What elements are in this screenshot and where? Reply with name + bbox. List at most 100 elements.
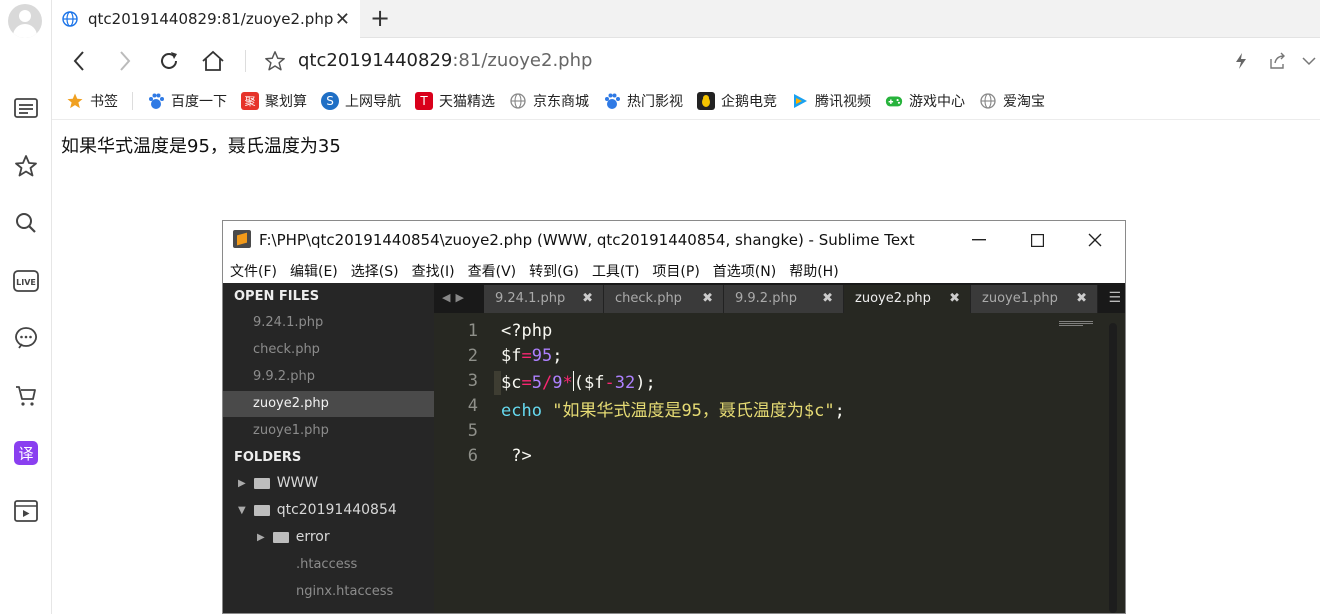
minimap[interactable] [1059, 321, 1093, 327]
bookmark-item[interactable]: 游戏中心 [885, 91, 965, 111]
sidebar-folder-project[interactable]: ▼ qtc20191440854 [238, 502, 397, 518]
minimize-button[interactable] [950, 221, 1008, 259]
bookmark-item[interactable]: 聚聚划算 [241, 91, 307, 111]
sidebar-open-file[interactable]: 9.9.2.php [223, 364, 434, 390]
menu-find[interactable]: 查找(I) [412, 261, 455, 281]
svg-text:译: 译 [18, 445, 33, 463]
code-punct: ; [834, 401, 845, 421]
menu-view[interactable]: 查看(V) [468, 261, 517, 281]
sidebar-file[interactable]: .htaccess [296, 557, 357, 572]
avatar[interactable] [8, 4, 42, 38]
home-button[interactable] [198, 46, 228, 76]
code-operator: = [521, 373, 532, 393]
tab-close-icon[interactable]: ✖ [582, 285, 593, 313]
bookmark-item[interactable]: 百度一下 [147, 91, 227, 111]
browser-tab-active[interactable]: qtc20191440829:81/zuoye2.php ✕ [52, 0, 360, 38]
editor-tab[interactable]: check.php ✖ [604, 285, 724, 313]
tab-close-icon[interactable]: ✖ [702, 285, 713, 313]
bookmark-item[interactable]: 爱淘宝 [979, 91, 1045, 111]
code-operator: / [541, 373, 553, 393]
more-dropdown-button[interactable] [1294, 46, 1320, 76]
editor-scrollbar[interactable] [1109, 323, 1117, 613]
editor-tab[interactable]: 9.24.1.php ✖ [484, 285, 604, 313]
tab-scroll-arrows-icon[interactable]: ◀▶ [442, 291, 469, 304]
favorites-star-icon[interactable] [12, 152, 40, 180]
menu-tools[interactable]: 工具(T) [592, 261, 639, 281]
code-punct: ; [552, 346, 563, 366]
bookmark-separator [132, 91, 133, 110]
code-string: "如果华式温度是95，聂氏温度为$c" [552, 401, 835, 421]
sidebar: OPEN FILES 9.24.1.php check.php 9.9.2.ph… [223, 283, 434, 613]
speed-mode-button[interactable] [1226, 46, 1256, 76]
sidebar-file[interactable]: nginx.htaccess [296, 584, 393, 599]
close-window-button[interactable] [1066, 221, 1124, 259]
reload-button[interactable] [154, 46, 184, 76]
editor-tab-label: check.php [615, 291, 682, 306]
bookmark-item[interactable]: 京东商城 [509, 91, 589, 111]
chat-icon[interactable] [12, 324, 40, 352]
php-open-tag: <?php [501, 321, 553, 341]
folder-label: WWW [276, 475, 319, 491]
bookmark-item[interactable]: 热门影视 [603, 91, 683, 111]
bookmark-item[interactable]: 企鹅电竞 [697, 91, 777, 111]
tab-close-icon[interactable]: ✖ [949, 285, 960, 313]
tab-close-icon[interactable]: ✖ [822, 285, 833, 313]
code-punct: ( [573, 373, 584, 393]
star-icon [66, 92, 84, 110]
forward-button[interactable] [110, 46, 140, 76]
editor-tab-active[interactable]: zuoye2.php ✖ [844, 285, 971, 313]
search-icon[interactable] [12, 209, 40, 237]
menu-project[interactable]: 项目(P) [652, 261, 699, 281]
maximize-button[interactable] [1008, 221, 1066, 259]
sidebar-folder-www[interactable]: ▶ WWW [238, 475, 318, 491]
menu-selection[interactable]: 选择(S) [351, 261, 399, 281]
bookmark-item[interactable]: S 上网导航 [321, 91, 401, 111]
bookmark-item[interactable]: 腾讯视频 [791, 91, 871, 111]
svg-text:LIVE: LIVE [16, 278, 36, 287]
globe-icon [509, 92, 527, 110]
address-bar[interactable]: qtc20191440829:81/zuoye2.php [298, 50, 592, 71]
menu-help[interactable]: 帮助(H) [789, 261, 838, 281]
sidebar-open-file[interactable]: check.php [223, 337, 434, 363]
bookmark-label: 京东商城 [533, 93, 589, 110]
code-variable: $c [501, 373, 522, 393]
sidebar-open-file[interactable]: 9.24.1.php [223, 310, 434, 336]
live-icon[interactable]: LIVE [12, 267, 40, 295]
editor-tab[interactable]: 9.9.2.php ✖ [724, 285, 844, 313]
reading-list-icon[interactable] [12, 94, 40, 122]
tab-menu-icon[interactable]: ☰ [1108, 290, 1121, 306]
new-tab-button[interactable]: + [370, 4, 390, 32]
tab-close-icon[interactable]: ✖ [1076, 285, 1087, 313]
bookmark-page-button[interactable] [260, 46, 290, 76]
shopping-cart-icon[interactable] [12, 382, 40, 410]
back-arrow-icon [73, 51, 84, 71]
menu-file[interactable]: 文件(F) [230, 261, 277, 281]
menu-goto[interactable]: 转到(G) [529, 261, 579, 281]
line-number: 2 [467, 346, 478, 366]
browser-left-rail: LIVE 译 [0, 0, 52, 614]
globe-icon [979, 92, 997, 110]
bookmark-item[interactable]: 书签 [66, 91, 118, 111]
menu-edit[interactable]: 编辑(E) [290, 261, 338, 281]
bookmark-label: 书签 [90, 93, 118, 110]
menu-preferences[interactable]: 首选项(N) [713, 261, 776, 281]
reload-icon [161, 52, 177, 69]
sidebar-open-file-active[interactable]: zuoye2.php [223, 391, 434, 417]
back-button[interactable] [64, 46, 94, 76]
editor-tab[interactable]: zuoye1.php ✖ [971, 285, 1098, 313]
video-icon[interactable] [12, 497, 40, 525]
folder-label: error [295, 529, 330, 545]
bookmark-label: 上网导航 [345, 93, 401, 110]
folder-icon [253, 477, 270, 489]
bookmark-item[interactable]: T 天猫精选 [415, 91, 495, 111]
tab-close-icon[interactable]: ✕ [335, 9, 350, 30]
code-operator: * [562, 373, 573, 393]
nav-icon: S [321, 91, 339, 110]
sublime-logo-icon [233, 230, 251, 248]
sidebar-open-file[interactable]: zuoye1.php [223, 418, 434, 444]
sidebar-folder-error[interactable]: ▶ error [257, 529, 330, 545]
code-editor[interactable]: <?php $f=95; $c=5/9*($f-32); echo "如果华式温… [501, 313, 1101, 613]
translate-icon[interactable]: 译 [12, 439, 40, 467]
share-button[interactable] [1262, 46, 1292, 76]
line-number: 4 [467, 396, 478, 416]
